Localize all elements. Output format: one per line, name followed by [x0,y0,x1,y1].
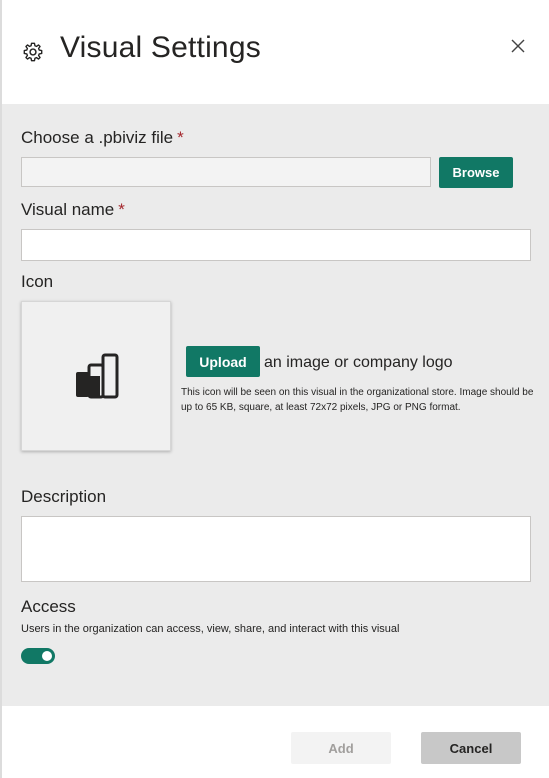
upload-button[interactable]: Upload [186,346,260,377]
description-label: Description [21,487,107,506]
description-textarea[interactable] [21,516,531,582]
access-description: Users in the organization can access, vi… [21,623,400,635]
close-icon[interactable] [509,37,527,55]
cancel-button[interactable]: Cancel [421,732,521,764]
visual-placeholder-icon [76,353,119,399]
add-button[interactable]: Add [291,732,391,764]
icon-hint-text: This icon will be seen on this visual in… [181,387,534,413]
visual-settings-dialog: Visual Settings Choose a .pbiviz file * B… [0,0,549,778]
browse-button[interactable]: Browse [439,157,513,188]
icon-preview [21,301,171,451]
gear-icon [23,42,43,62]
dialog-header: Visual Settings [0,0,549,104]
visual-name-label: Visual name * [21,200,125,220]
required-mark: * [118,200,125,219]
pbiviz-file-input[interactable] [21,157,431,187]
access-toggle[interactable] [21,648,55,664]
icon-label: Icon [21,272,54,291]
file-label-text: Choose a .pbiviz file [21,128,174,147]
visual-name-label-text: Visual name [21,200,115,219]
toggle-knob [42,651,52,661]
access-label: Access [21,597,76,616]
required-mark: * [177,128,184,147]
upload-suffix-text: an image or company logo [264,354,453,371]
file-label: Choose a .pbiviz file * [21,128,184,148]
dialog-body: Choose a .pbiviz file * Browse Visual nam… [2,104,549,706]
visual-name-input[interactable] [21,229,531,261]
dialog-title: Visual Settings [60,31,261,64]
